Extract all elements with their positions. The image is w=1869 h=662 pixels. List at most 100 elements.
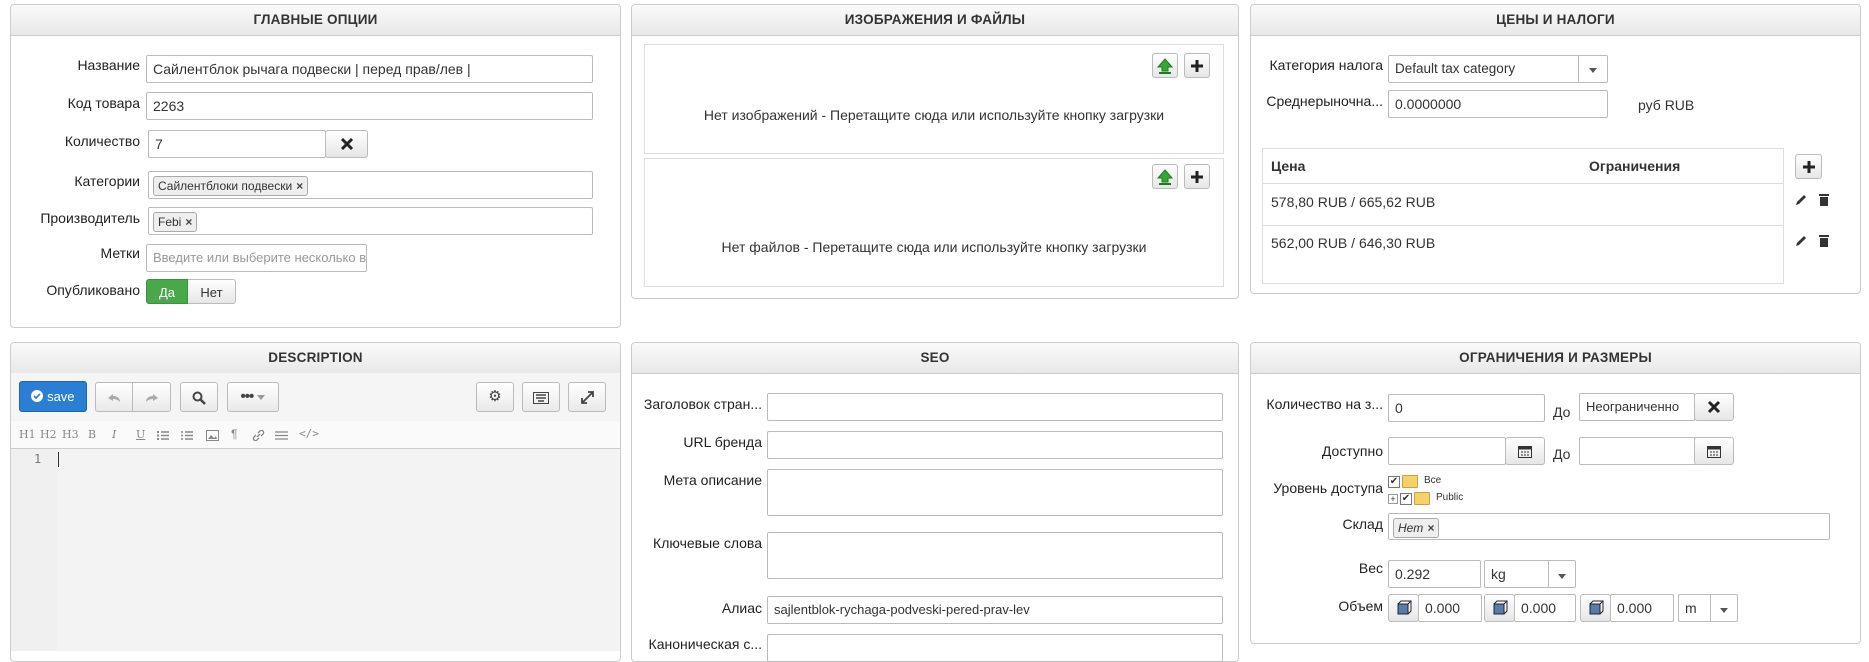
folder-icon <box>1414 492 1430 505</box>
table-row[interactable]: 562,00 RUB / 646,30 RUB <box>1262 225 1784 267</box>
redo-button[interactable] <box>133 382 171 412</box>
brand-url-input[interactable] <box>767 431 1223 459</box>
editor-area[interactable]: 1 <box>11 449 620 651</box>
fullscreen-button[interactable] <box>568 382 606 412</box>
upload-file-button[interactable] <box>1152 164 1178 189</box>
expand-node-icon[interactable]: + <box>1388 494 1398 504</box>
weight-unit-value: kg <box>1491 566 1506 582</box>
access-level-label: Уровень доступа <box>1273 480 1383 496</box>
page-title-input[interactable] <box>767 393 1223 421</box>
calendar-to-button[interactable] <box>1694 437 1734 465</box>
quantity-to-input[interactable]: Неограниченно <box>1579 393 1695 421</box>
tags-input[interactable]: Введите или выберите несколько в <box>146 244 367 272</box>
weight-unit-select[interactable]: kg <box>1484 560 1576 588</box>
close-icon <box>1707 400 1721 414</box>
keywords-textarea[interactable] <box>767 532 1223 579</box>
weight-input[interactable]: 0.292 <box>1388 560 1481 588</box>
cube-icon <box>1493 600 1507 615</box>
sku-label: Код товара <box>67 95 140 111</box>
ordered-list-icon[interactable] <box>157 430 169 441</box>
bold-button[interactable]: B <box>88 428 96 441</box>
quantity-input[interactable]: 7 <box>148 130 326 158</box>
keyboard-button[interactable] <box>522 382 560 412</box>
files-dropzone[interactable]: Нет файлов - Перетащите сюда или использ… <box>644 158 1224 287</box>
more-button[interactable]: ••• <box>227 382 279 412</box>
volume-y-icon-box <box>1484 594 1515 622</box>
canonical-input[interactable] <box>767 634 1223 662</box>
categories-label: Категории <box>74 173 140 189</box>
volume-z-input[interactable]: 0.000 <box>1610 594 1674 622</box>
manufacturer-input[interactable]: Febi × <box>148 207 593 235</box>
table-row[interactable]: 578,80 RUB / 665,62 RUB <box>1262 183 1784 225</box>
search-button[interactable] <box>180 382 218 412</box>
quantity-from-input[interactable]: 0 <box>1388 394 1545 422</box>
undo-button[interactable] <box>95 382 133 412</box>
volume-unit-select[interactable]: m <box>1678 594 1738 622</box>
volume-x-input[interactable]: 0.000 <box>1418 594 1482 622</box>
category-tag[interactable]: Сайлентблоки подвески × <box>153 176 309 196</box>
horizontal-rule-icon[interactable] <box>275 430 288 441</box>
keywords-label: Ключевые слова <box>653 535 762 551</box>
volume-y-input[interactable]: 0.000 <box>1514 594 1576 622</box>
remove-tag-icon[interactable]: × <box>185 215 192 229</box>
expand-icon <box>580 391 594 404</box>
bullet-list-icon[interactable] <box>181 430 193 441</box>
tax-category-label: Категория налога <box>1269 57 1383 73</box>
available-from-input[interactable] <box>1388 437 1506 465</box>
limits-dimensions-title: ОГРАНИЧЕНИЯ И РАЗМЕРЫ <box>1251 343 1860 374</box>
access-public-label: Public <box>1436 492 1464 503</box>
h3-button[interactable]: H3 <box>62 428 79 441</box>
more-icon: ••• <box>240 388 255 405</box>
available-to-input[interactable] <box>1579 437 1697 465</box>
trash-icon[interactable] <box>1818 234 1830 248</box>
code-icon[interactable]: </> <box>299 427 319 440</box>
images-dropzone[interactable]: Нет изображений - Перетащите сюда или ис… <box>644 44 1224 154</box>
prices-taxes-title: ЦЕНЫ И НАЛОГИ <box>1251 5 1860 36</box>
add-price-button[interactable] <box>1795 154 1822 179</box>
upload-image-button[interactable] <box>1152 53 1178 78</box>
underline-button[interactable]: U <box>136 428 145 441</box>
paragraph-icon[interactable]: ¶ <box>231 427 237 441</box>
clear-quantity-button[interactable] <box>325 130 368 158</box>
image-icon[interactable] <box>206 430 219 441</box>
clear-limit-button[interactable] <box>1694 393 1734 421</box>
remove-tag-icon[interactable]: × <box>1427 521 1434 535</box>
checkbox-public[interactable]: ✔ <box>1400 493 1412 505</box>
trash-icon[interactable] <box>1818 193 1830 207</box>
no-images-text: Нет изображений - Перетащите сюда или ис… <box>703 107 1165 123</box>
meta-description-textarea[interactable] <box>767 469 1223 516</box>
italic-button[interactable]: I <box>112 428 116 441</box>
redo-icon <box>145 394 158 402</box>
alias-input[interactable]: sajlentblok-rychaga-podveski-pered-prav-… <box>767 596 1223 624</box>
categories-input[interactable]: Сайлентблоки подвески × <box>148 171 593 199</box>
add-file-button[interactable] <box>1184 164 1210 189</box>
published-no-button[interactable]: Нет <box>188 279 236 304</box>
name-input[interactable]: Сайлентблок рычага подвески | перед прав… <box>146 55 593 83</box>
warehouse-input[interactable]: Нет × <box>1388 513 1830 540</box>
remove-tag-icon[interactable]: × <box>296 179 303 193</box>
h1-button[interactable]: H1 <box>19 428 36 441</box>
link-icon[interactable] <box>252 430 265 441</box>
settings-button[interactable]: ⚙ <box>476 382 514 412</box>
published-yes-button[interactable]: Да <box>146 279 188 304</box>
upload-icon <box>1156 169 1174 185</box>
warehouse-tag[interactable]: Нет × <box>1393 518 1440 538</box>
available-label: Доступно <box>1321 443 1383 459</box>
edit-icon[interactable] <box>1794 234 1808 248</box>
tax-category-select[interactable]: Default tax category <box>1388 55 1608 83</box>
quantity-label: Количество <box>64 133 140 149</box>
save-button[interactable]: save <box>19 381 87 412</box>
gear-icon: ⚙ <box>488 388 502 405</box>
manufacturer-tag[interactable]: Febi × <box>153 212 198 232</box>
avg-price-unit: руб RUB <box>1638 97 1695 113</box>
add-image-button[interactable] <box>1184 53 1210 78</box>
volume-x-icon-box <box>1388 594 1419 622</box>
edit-icon[interactable] <box>1794 193 1808 207</box>
sku-input[interactable]: 2263 <box>146 92 593 120</box>
h2-button[interactable]: H2 <box>40 428 57 441</box>
check-circle-icon <box>31 390 44 402</box>
checkbox-all[interactable]: ✔ <box>1388 476 1400 488</box>
avg-price-input[interactable]: 0.0000000 <box>1388 90 1608 118</box>
calendar-from-button[interactable] <box>1505 437 1545 465</box>
text-cursor <box>58 452 59 467</box>
